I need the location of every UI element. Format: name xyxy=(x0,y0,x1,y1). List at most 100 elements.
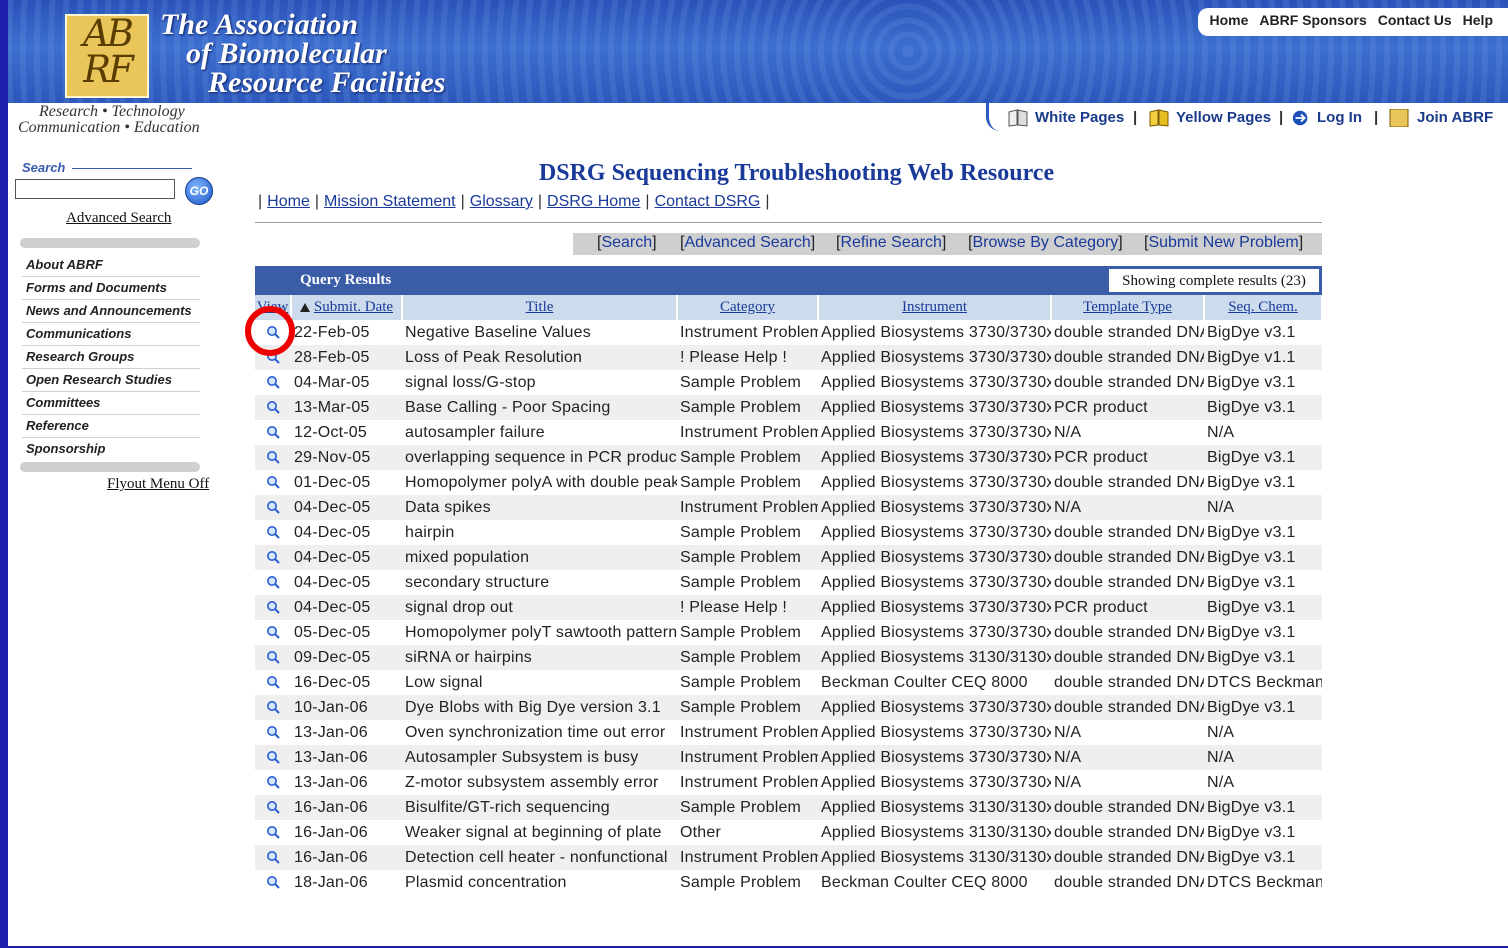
divider xyxy=(255,222,1322,223)
magnifier-icon[interactable] xyxy=(266,750,280,764)
table-row: 04-Dec-05 hairpin Sample Problem Applied Bi… xyxy=(255,520,1322,545)
white-pages-link[interactable]: White Pages xyxy=(1007,109,1124,127)
search-input[interactable] xyxy=(15,179,175,199)
column-header-view[interactable]: View xyxy=(255,295,292,320)
column-header-template-type[interactable]: Template Type xyxy=(1051,295,1205,320)
nav-help-link[interactable]: Help xyxy=(1463,12,1493,28)
view-cell xyxy=(255,670,291,695)
magnifier-icon[interactable] xyxy=(266,675,280,689)
magnifier-icon[interactable] xyxy=(266,550,280,564)
column-header-category[interactable]: Category xyxy=(677,295,819,320)
browse-by-category-action[interactable]: [Browse By Category] xyxy=(968,234,1123,252)
cell-title: Homopolymer polyA with double peaks xyxy=(405,473,677,491)
cell-title: Weaker signal at beginning of plate xyxy=(405,823,662,841)
magnifier-icon[interactable] xyxy=(266,575,280,589)
cell-seq-chem: BigDye v3.1 xyxy=(1207,573,1296,591)
cell-date: 16-Dec-05 xyxy=(294,673,371,691)
go-button[interactable]: GO xyxy=(185,177,213,205)
magnifier-icon[interactable] xyxy=(266,700,280,714)
glossary-link[interactable]: Glossary xyxy=(470,193,533,210)
sidebar-item-news[interactable]: News and Announcements xyxy=(22,300,200,323)
log-in-label: Log In xyxy=(1317,109,1362,126)
cell-template-type: double stranded DNA xyxy=(1051,845,1204,870)
advanced-search-link[interactable]: Advanced Search xyxy=(66,210,171,227)
search-action[interactable]: [Search] xyxy=(597,234,657,252)
magnifier-icon[interactable] xyxy=(266,375,280,389)
sidebar-item-research-groups[interactable]: Research Groups xyxy=(22,346,200,369)
advanced-search-action[interactable]: [Advanced Search] xyxy=(680,234,815,252)
nav-sponsors-link[interactable]: ABRF Sponsors xyxy=(1259,12,1366,28)
magnifier-icon[interactable] xyxy=(266,825,280,839)
cell-seq-chem: BigDye v3.1 xyxy=(1204,395,1322,420)
cell-title: Low signal xyxy=(405,673,483,691)
sidebar-item-about[interactable]: About ABRF xyxy=(22,254,200,277)
flyout-menu-toggle[interactable]: Flyout Menu Off xyxy=(107,476,209,493)
magnifier-icon[interactable] xyxy=(266,625,280,639)
magnifier-icon[interactable] xyxy=(266,500,280,514)
cell-seq-chem: BigDye v3.1 xyxy=(1204,595,1322,620)
join-abrf-link[interactable]: Join ABRF xyxy=(1389,109,1493,128)
cell-title: autosampler failure xyxy=(405,423,545,441)
sidebar-item-communications[interactable]: Communications xyxy=(22,323,200,346)
cell-instrument: Applied Biosystems 3730/3730xl xyxy=(818,445,1051,470)
magnifier-icon[interactable] xyxy=(266,350,280,364)
cell-template-type: double stranded DNA xyxy=(1054,523,1204,541)
logo-text-top: AB xyxy=(83,12,134,55)
web-page: AB RF The Association of Biomolecular Re… xyxy=(8,0,1508,946)
nav-contact-link[interactable]: Contact Us xyxy=(1378,12,1452,28)
cell-template-type: double stranded DNA xyxy=(1054,473,1204,491)
table-row: 12-Oct-05 autosampler failure Instrument P… xyxy=(255,420,1322,445)
view-cell xyxy=(255,345,291,370)
column-header-date[interactable]: Submit. Date xyxy=(291,295,403,320)
magnifier-icon[interactable] xyxy=(266,850,280,864)
log-in-link[interactable]: Log In xyxy=(1291,109,1362,127)
column-header-title[interactable]: Title xyxy=(402,295,678,320)
magnifier-icon[interactable] xyxy=(266,475,280,489)
magnifier-icon[interactable] xyxy=(266,775,280,789)
column-header-seq-chem[interactable]: Seq. Chem. xyxy=(1204,295,1323,320)
sidebar-item-committees[interactable]: Committees xyxy=(22,392,200,415)
magnifier-icon[interactable] xyxy=(266,650,280,664)
column-header-instrument[interactable]: Instrument xyxy=(818,295,1052,320)
submit-new-problem-action[interactable]: [Submit New Problem] xyxy=(1144,234,1303,252)
cell-seq-chem: BigDye v3.1 xyxy=(1207,473,1296,491)
magnifier-icon[interactable] xyxy=(266,525,280,539)
cell-title: siRNA or hairpins xyxy=(402,645,677,670)
view-cell xyxy=(255,570,291,595)
column-header-date-label: Submit. Date xyxy=(313,299,394,315)
magnifier-icon[interactable] xyxy=(266,325,280,339)
magnifier-icon[interactable] xyxy=(266,400,280,414)
magnifier-icon[interactable] xyxy=(266,875,280,889)
menu-cap xyxy=(20,238,200,248)
cell-category: Sample Problem xyxy=(677,645,818,670)
refine-search-action[interactable]: [Refine Search] xyxy=(836,234,946,252)
cell-seq-chem: DTCS Beckman xyxy=(1207,873,1322,891)
cell-instrument: Applied Biosystems 3130/3130xl xyxy=(818,845,1051,870)
menu-cap xyxy=(20,462,200,472)
cell-template-type: PCR product xyxy=(1051,395,1204,420)
organization-name: The Association of Biomolecular Resource… xyxy=(160,10,445,98)
magnifier-icon[interactable] xyxy=(266,600,280,614)
sidebar-item-open-research[interactable]: Open Research Studies xyxy=(22,369,200,392)
cell-title: Plasmid concentration xyxy=(405,873,567,891)
cell-template-type: double stranded DNA xyxy=(1054,623,1204,641)
mission-statement-link[interactable]: Mission Statement xyxy=(324,193,456,210)
cell-instrument: Applied Biosystems 3730/3730xl xyxy=(821,723,1051,741)
cell-instrument: Applied Biosystems 3730/3730xl xyxy=(821,423,1051,441)
separator: | xyxy=(1133,109,1138,126)
contact-dsrg-link[interactable]: Contact DSRG xyxy=(655,193,761,210)
magnifier-icon[interactable] xyxy=(266,450,280,464)
magnifier-icon[interactable] xyxy=(266,800,280,814)
home-link[interactable]: Home xyxy=(267,193,310,210)
separator: | xyxy=(1279,109,1284,126)
cell-date: 16-Jan-06 xyxy=(291,845,402,870)
dsrg-home-link[interactable]: DSRG Home xyxy=(547,193,640,210)
sidebar-item-forms[interactable]: Forms and Documents xyxy=(22,277,200,300)
yellow-pages-link[interactable]: Yellow Pages xyxy=(1148,109,1271,127)
magnifier-icon[interactable] xyxy=(266,425,280,439)
nav-home-link[interactable]: Home xyxy=(1210,12,1249,28)
sidebar-item-reference[interactable]: Reference xyxy=(22,415,200,438)
magnifier-icon[interactable] xyxy=(266,725,280,739)
abrf-logo[interactable]: AB RF xyxy=(65,14,149,98)
sidebar-item-sponsorship[interactable]: Sponsorship xyxy=(22,438,200,460)
